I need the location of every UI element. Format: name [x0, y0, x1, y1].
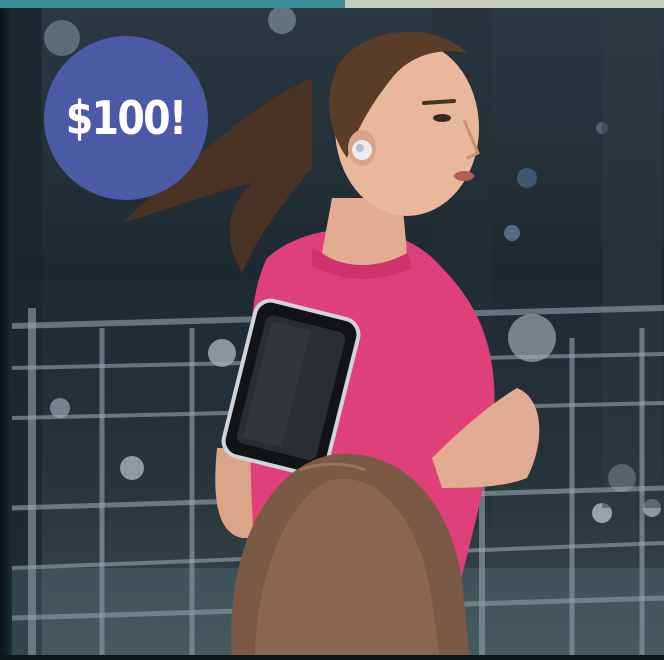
- bottom-edge: [0, 655, 664, 660]
- foreground-person-head: [231, 453, 470, 660]
- ad-banner[interactable]: $100! Me ale Get you nt now: [0, 0, 664, 660]
